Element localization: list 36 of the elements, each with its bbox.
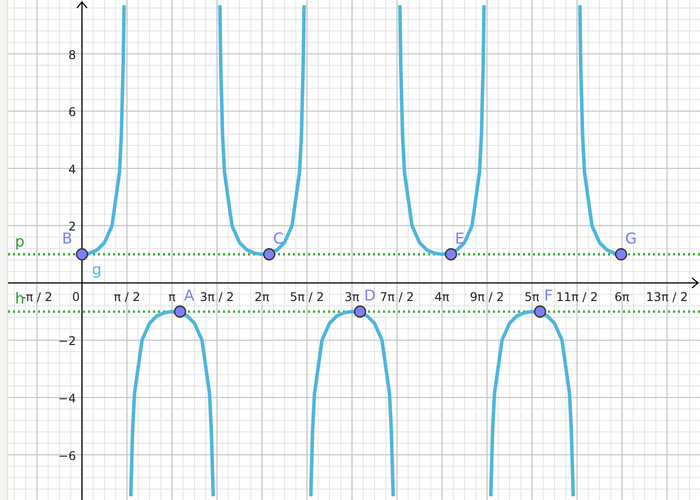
x-tick-label: π / 2 xyxy=(114,290,140,304)
x-tick-label: π xyxy=(168,290,176,304)
y-tick-label: −6 xyxy=(58,448,76,463)
x-tick-label: 4π xyxy=(434,290,450,304)
point-label: E xyxy=(455,229,464,248)
x-tick-label: 5π xyxy=(524,290,540,304)
x-tick-label: 7π / 2 xyxy=(380,290,414,304)
y-tick-label: 6 xyxy=(68,105,76,120)
point[interactable] xyxy=(174,305,186,318)
y-tick-label: −2 xyxy=(58,334,76,348)
x-tick-label: 2π xyxy=(254,290,270,304)
point-label: F xyxy=(544,286,553,305)
curve-label: g xyxy=(92,260,102,278)
point[interactable] xyxy=(614,248,628,260)
point-label: C xyxy=(273,229,284,248)
y-tick-label: 8 xyxy=(68,48,76,62)
y-tick-label: 4 xyxy=(68,162,76,176)
point[interactable] xyxy=(76,248,88,260)
x-tick-label: 3π / 2 xyxy=(200,290,234,304)
point-label: D xyxy=(364,286,376,305)
point[interactable] xyxy=(354,305,366,318)
x-tick-label: 13π / 2 xyxy=(646,290,688,304)
x-tick-label: 6π xyxy=(614,290,630,304)
x-tick-label: 9π / 2 xyxy=(470,290,504,304)
x-tick-label: 5π / 2 xyxy=(290,290,324,304)
x-tick-label: 11π / 2 xyxy=(556,290,598,304)
point[interactable] xyxy=(534,305,546,318)
line-label: h xyxy=(15,290,25,308)
line-label: p xyxy=(15,232,25,250)
x-tick-label: 0 xyxy=(72,290,80,304)
point-label: A xyxy=(184,286,194,305)
point[interactable] xyxy=(444,248,458,260)
point[interactable] xyxy=(263,248,276,260)
point-label: G xyxy=(625,229,637,248)
x-tick-label: 3π xyxy=(344,290,360,304)
y-tick-label: −4 xyxy=(58,391,76,406)
